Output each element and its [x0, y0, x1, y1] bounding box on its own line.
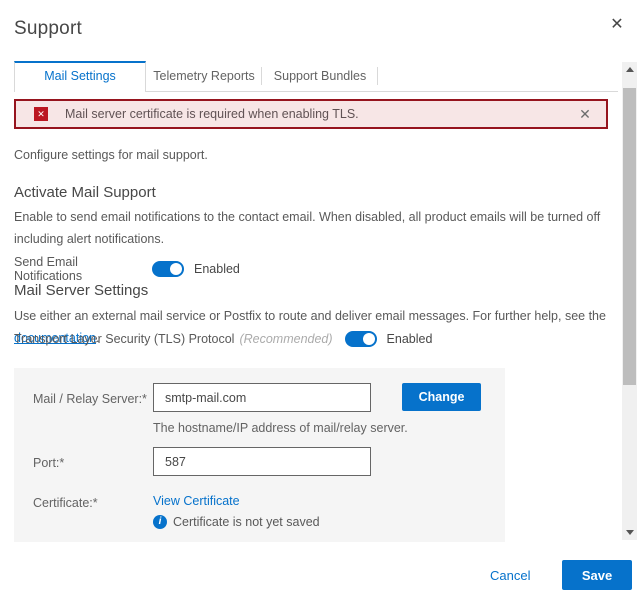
tls-protocol-toggle[interactable] — [345, 331, 377, 347]
certificate-note-row: i Certificate is not yet saved — [153, 515, 320, 529]
change-button[interactable]: Change — [402, 383, 481, 411]
info-icon: i — [153, 515, 167, 529]
send-email-notifications-state: Enabled — [194, 262, 240, 276]
send-email-notifications-label: Send Email Notifications — [14, 255, 146, 283]
tab-bar: Mail Settings Telemetry Reports Support … — [14, 61, 618, 92]
send-email-notifications-toggle[interactable] — [152, 261, 184, 277]
vertical-scrollbar[interactable] — [622, 62, 637, 540]
mail-server-form-panel: Mail / Relay Server:* Change The hostnam… — [14, 368, 505, 542]
mail-relay-server-input[interactable] — [153, 383, 371, 412]
mail-server-settings-heading: Mail Server Settings — [14, 282, 148, 299]
intro-text: Configure settings for mail support. — [14, 148, 208, 162]
description-text: Use either an external mail service or P… — [14, 309, 606, 323]
error-dismiss-icon[interactable]: ✕ — [576, 105, 594, 123]
tab-mail-settings[interactable]: Mail Settings — [14, 61, 146, 92]
dialog-title: Support — [14, 18, 82, 40]
scrollbar-thumb[interactable] — [623, 88, 636, 385]
dialog-close-icon[interactable]: ✕ — [606, 14, 628, 36]
port-label: Port:* — [33, 456, 64, 470]
support-dialog: Support ✕ Mail Settings Telemetry Report… — [0, 0, 640, 597]
cancel-button[interactable]: Cancel — [490, 568, 530, 583]
toggle-knob — [170, 263, 182, 275]
certificate-note-text: Certificate is not yet saved — [173, 515, 320, 529]
error-icon: ✕ — [34, 107, 48, 121]
tab-telemetry-reports[interactable]: Telemetry Reports — [146, 61, 262, 91]
mail-relay-server-help: The hostname/IP address of mail/relay se… — [153, 421, 408, 435]
tls-protocol-state: Enabled — [387, 332, 433, 346]
triangle-down-icon — [626, 530, 634, 535]
error-banner: ✕ Mail server certificate is required wh… — [14, 99, 608, 129]
scroll-up-icon[interactable] — [622, 62, 637, 77]
error-message: Mail server certificate is required when… — [65, 107, 359, 121]
send-email-notifications-row: Send Email Notifications Enabled — [14, 255, 240, 283]
mail-relay-server-label: Mail / Relay Server:* — [33, 392, 147, 406]
activate-mail-support-heading: Activate Mail Support — [14, 184, 156, 201]
tls-protocol-row: Transport Layer Security (TLS) Protocol … — [14, 331, 432, 347]
certificate-label: Certificate:* — [33, 496, 98, 510]
tls-protocol-label: Transport Layer Security (TLS) Protocol — [14, 332, 234, 346]
triangle-up-icon — [626, 67, 634, 72]
view-certificate-link[interactable]: View Certificate — [153, 494, 240, 508]
toggle-knob — [363, 333, 375, 345]
tab-support-bundles[interactable]: Support Bundles — [262, 61, 378, 91]
port-input[interactable] — [153, 447, 371, 476]
tls-recommended-note: (Recommended) — [239, 332, 332, 346]
activate-mail-support-description: Enable to send email notifications to th… — [14, 206, 614, 250]
save-button[interactable]: Save — [562, 560, 632, 590]
scroll-down-icon[interactable] — [622, 525, 637, 540]
